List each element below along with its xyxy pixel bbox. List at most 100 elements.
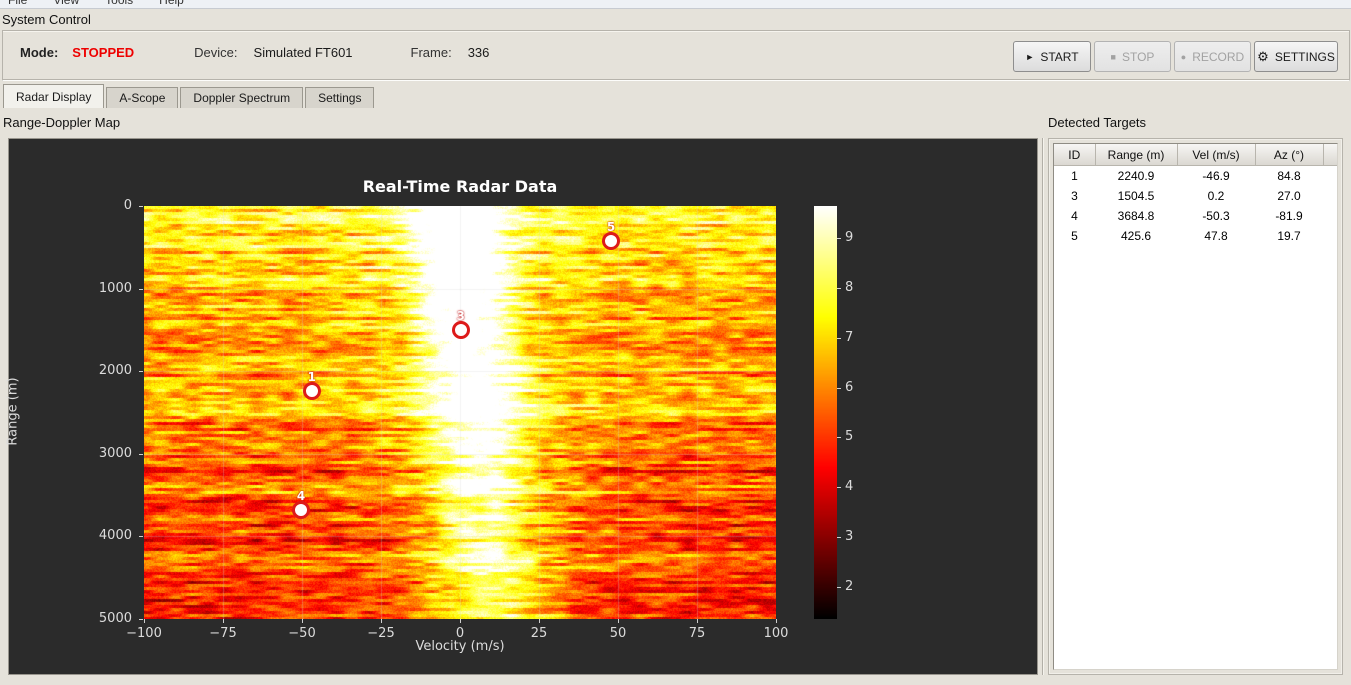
x-tick-label: −75 [209,626,237,641]
col-header-range[interactable]: Range (m) [1094,144,1178,166]
stop-button[interactable]: ■ STOP [1094,41,1171,72]
table-row[interactable]: 1 2240.9 -46.9 84.8 [1054,166,1337,187]
y-tick-label: 1000 [98,280,132,296]
target-marker-label: 1 [307,370,316,385]
y-tick-mark [139,206,143,207]
table-row[interactable]: 4 3684.8 -50.3 -81.9 [1054,206,1337,226]
table-row[interactable]: 3 1504.5 0.2 27.0 [1054,186,1337,206]
colorbar-tick-label: 8 [845,280,854,296]
y-tick-mark [139,288,143,290]
settings-button[interactable]: ⚙ SETTINGS [1254,41,1338,72]
colorbar-tick-label: 9 [845,230,854,246]
colorbar-tick-mark [837,337,841,339]
x-tick-mark [697,619,698,623]
range-doppler-heatmap[interactable] [144,206,776,619]
colorbar-tick-label: 4 [845,479,854,495]
x-tick-label: −100 [126,626,162,641]
x-tick-label: −50 [288,626,316,641]
frame-value: 336 [467,45,490,60]
menu-item-view[interactable]: View [53,0,79,7]
colorbar-tick-label: 2 [845,578,854,594]
colorbar-tick-label: 6 [845,379,854,395]
record-button[interactable]: ● RECORD [1174,41,1251,72]
x-tick-label: 100 [763,626,789,641]
x-axis-label: Velocity (m/s) [415,639,505,654]
menu-item-file[interactable]: File [8,0,27,7]
y-tick-label: 4000 [98,528,132,544]
colorbar-tick-label: 3 [845,528,854,544]
target-marker-label: 4 [296,489,306,504]
y-tick-mark [139,619,143,620]
x-tick-mark [144,619,145,623]
plot-title: Real-Time Radar Data [362,177,558,196]
play-icon: ► [1025,51,1035,62]
device-value: Simulated FT601 [253,45,353,60]
y-tick-label: 2000 [98,363,132,379]
y-tick-label: 3000 [98,445,132,461]
record-icon: ● [1180,51,1187,62]
colorbar-tick-mark [837,536,841,538]
target-marker-label: 3 [456,309,465,324]
x-tick-label: 50 [609,626,627,641]
target-marker-label: 5 [606,220,616,235]
x-tick-label: 75 [688,626,706,641]
system-control-title: System Control [2,12,91,27]
x-tick-mark [539,619,540,623]
col-header-id[interactable]: ID [1054,144,1096,166]
tab-settings[interactable]: Settings [305,87,375,108]
detected-targets-table-area: ID Range (m) Vel (m/s) Az (°) 1 2240.9 -4… [1053,143,1338,670]
x-tick-mark [223,619,224,623]
colorbar-tick-label: 7 [845,329,854,345]
x-tick-mark [776,619,777,623]
range-doppler-map-label: Range-Doppler Map [3,115,121,130]
tab-doppler-spectrum[interactable]: Doppler Spectrum [180,87,304,108]
x-tick-mark [618,619,619,623]
col-header-filler [1322,144,1337,166]
device-label: Device: [194,45,238,60]
panel-splitter[interactable] [1042,138,1043,675]
targets-table: ID Range (m) Vel (m/s) Az (°) 1 2240.9 -4… [1054,144,1337,246]
x-tick-label: 25 [530,626,548,641]
menu-bar: File View Tools Help [0,0,1351,9]
colorbar [814,206,837,619]
status-row: Mode: STOPPED Device: Simulated FT601 Fr… [20,45,489,60]
y-tick-mark [139,453,143,455]
y-tick-mark [139,536,143,538]
x-tick-mark [381,619,382,623]
tab-a-scope[interactable]: A-Scope [106,87,179,108]
table-row[interactable]: 5 425.6 47.8 19.7 [1054,226,1337,246]
target-marker[interactable] [292,501,311,520]
start-button[interactable]: ► START [1013,41,1091,72]
x-tick-mark [460,619,461,623]
y-axis-label: Range (m) [5,377,21,446]
colorbar-tick-mark [837,238,841,240]
target-marker[interactable] [602,232,621,251]
colorbar-tick-mark [837,586,841,588]
tab-bar: Radar Display A-Scope Doppler Spectrum S… [3,84,376,108]
target-marker[interactable] [451,321,470,340]
menu-item-tools[interactable]: Tools [105,0,133,7]
range-doppler-plot-panel: Real-Time Radar Data Velocity (m/s) Rang… [5,138,1038,675]
colorbar-tick-mark [837,288,841,290]
target-marker[interactable] [302,382,321,401]
table-header-row: ID Range (m) Vel (m/s) Az (°) [1054,144,1337,166]
colorbar-tick-mark [837,487,841,489]
gear-icon: ⚙ [1257,48,1269,64]
tab-radar-display[interactable]: Radar Display [3,84,105,108]
colorbar-tick-mark [837,387,841,389]
y-tick-label: 5000 [98,611,132,626]
colorbar-tick-label: 5 [845,429,854,445]
mode-label: Mode: [20,45,59,60]
detected-targets-label: Detected Targets [1048,115,1147,130]
x-tick-label: 0 [455,626,465,641]
x-tick-label: −25 [367,626,395,641]
frame-label: Frame: [410,45,452,60]
menu-item-help[interactable]: Help [159,0,184,7]
y-tick-mark [139,371,143,373]
x-tick-mark [302,619,303,623]
col-header-az[interactable]: Az (°) [1254,144,1324,166]
mode-value: STOPPED [72,45,135,60]
y-tick-label: 0 [123,198,132,213]
stop-icon: ■ [1110,51,1116,62]
col-header-vel[interactable]: Vel (m/s) [1176,144,1256,166]
